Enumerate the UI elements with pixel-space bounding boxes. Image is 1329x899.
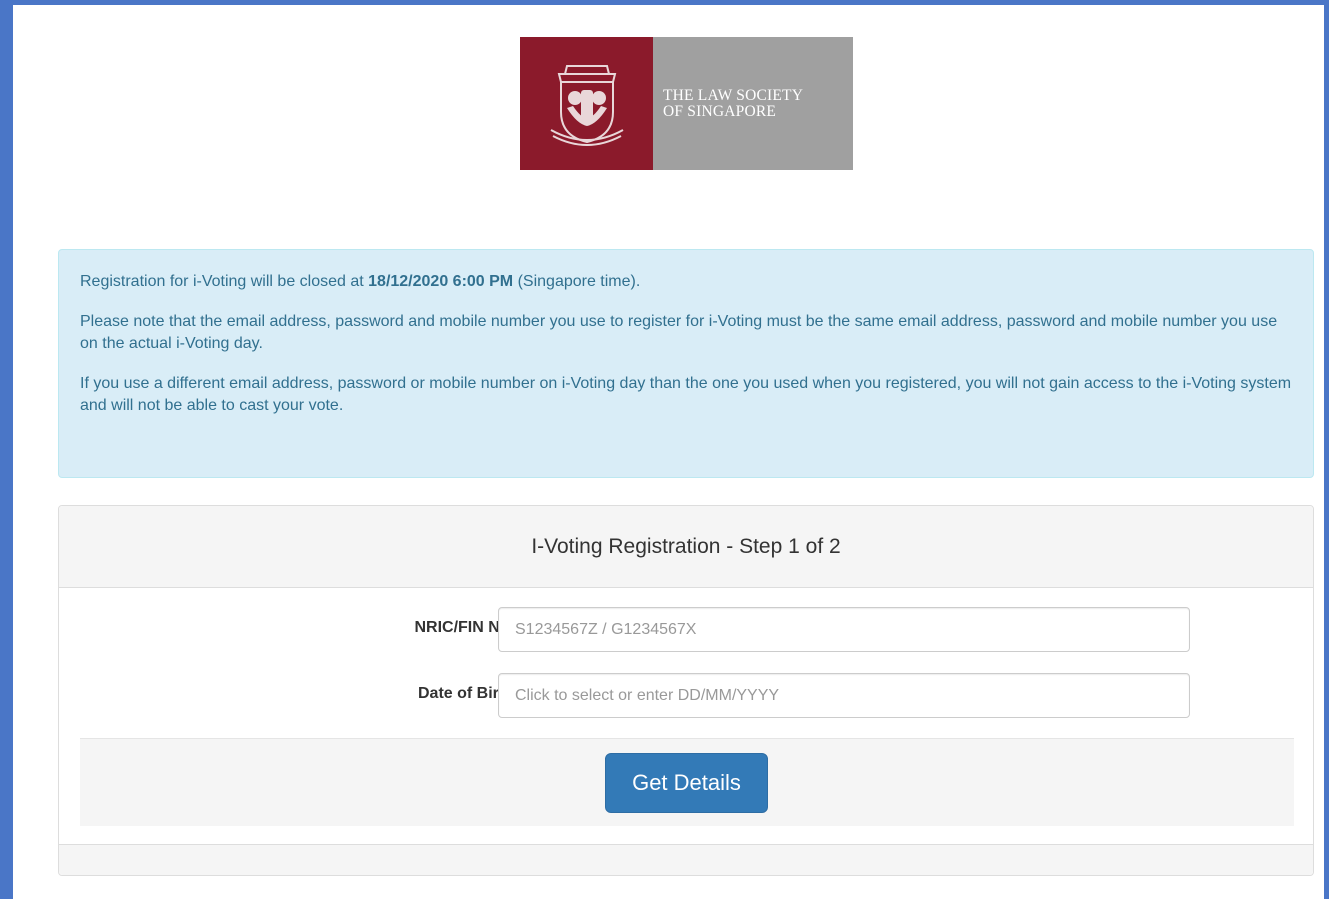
notice-closing-datetime: 18/12/2020 6:00 PM — [368, 273, 514, 290]
logo-line-2: OF SINGAPORE — [663, 102, 777, 120]
law-society-crest-icon — [520, 37, 653, 170]
notice-closing-date: Registration for i-Voting will be closed… — [80, 271, 1292, 293]
registration-panel-title: I-Voting Registration - Step 1 of 2 — [531, 534, 841, 558]
notice-closing-prefix: Registration for i-Voting will be closed… — [80, 273, 369, 290]
form-actions: Get Details — [80, 738, 1294, 826]
nric-input[interactable] — [498, 607, 1190, 652]
notice-access-warning: If you use a different email address, pa… — [80, 375, 1292, 414]
registration-panel-footer — [59, 844, 1313, 875]
dob-row: Date of Birth — [59, 673, 1313, 719]
registration-panel-header: I-Voting Registration - Step 1 of 2 — [59, 506, 1313, 588]
date-of-birth-input[interactable] — [498, 673, 1190, 718]
registration-panel: I-Voting Registration - Step 1 of 2 NRIC… — [58, 505, 1314, 876]
logo-line-1: THE LAW SOCIETY — [663, 86, 804, 104]
notice-closing-suffix: (Singapore time). — [513, 273, 641, 290]
notice-same-credentials: Please note that the email address, pass… — [80, 313, 1278, 352]
law-society-logo: THE LAW SOCIETY OF SINGAPORE — [520, 37, 853, 170]
nric-row: NRIC/FIN No. — [59, 607, 1313, 653]
logo-wordmark: THE LAW SOCIETY OF SINGAPORE — [653, 37, 853, 170]
registration-notice: Registration for i-Voting will be closed… — [58, 249, 1314, 478]
get-details-button[interactable]: Get Details — [605, 753, 768, 813]
